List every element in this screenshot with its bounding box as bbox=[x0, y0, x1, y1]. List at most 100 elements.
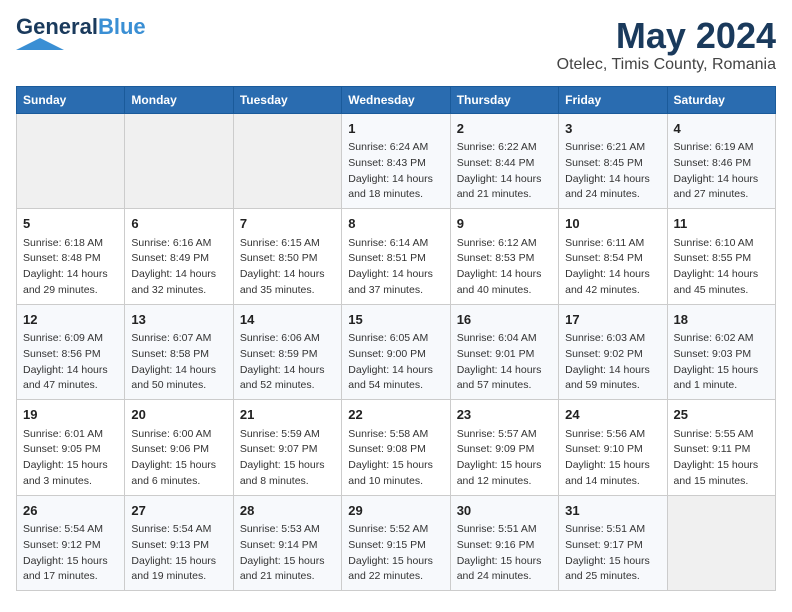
day-info: Sunrise: 6:22 AM Sunset: 8:44 PM Dayligh… bbox=[457, 140, 552, 203]
calendar-cell: 17Sunrise: 6:03 AM Sunset: 9:02 PM Dayli… bbox=[559, 304, 667, 400]
calendar-week-5: 26Sunrise: 5:54 AM Sunset: 9:12 PM Dayli… bbox=[17, 495, 776, 591]
day-info: Sunrise: 5:52 AM Sunset: 9:15 PM Dayligh… bbox=[348, 522, 443, 585]
calendar-week-1: 1Sunrise: 6:24 AM Sunset: 8:43 PM Daylig… bbox=[17, 113, 776, 209]
day-number: 19 bbox=[23, 405, 118, 425]
day-info: Sunrise: 5:58 AM Sunset: 9:08 PM Dayligh… bbox=[348, 427, 443, 490]
calendar-cell: 30Sunrise: 5:51 AM Sunset: 9:16 PM Dayli… bbox=[450, 495, 558, 591]
calendar-week-3: 12Sunrise: 6:09 AM Sunset: 8:56 PM Dayli… bbox=[17, 304, 776, 400]
calendar-cell: 6Sunrise: 6:16 AM Sunset: 8:49 PM Daylig… bbox=[125, 209, 233, 305]
day-number: 27 bbox=[131, 501, 226, 521]
calendar-cell: 28Sunrise: 5:53 AM Sunset: 9:14 PM Dayli… bbox=[233, 495, 341, 591]
calendar-cell: 2Sunrise: 6:22 AM Sunset: 8:44 PM Daylig… bbox=[450, 113, 558, 209]
header-sunday: Sunday bbox=[17, 86, 125, 113]
day-info: Sunrise: 6:07 AM Sunset: 8:58 PM Dayligh… bbox=[131, 331, 226, 394]
day-number: 3 bbox=[565, 119, 660, 139]
header-thursday: Thursday bbox=[450, 86, 558, 113]
title-block: May 2024 Otelec, Timis County, Romania bbox=[557, 16, 776, 74]
day-info: Sunrise: 5:54 AM Sunset: 9:13 PM Dayligh… bbox=[131, 522, 226, 585]
calendar-cell: 19Sunrise: 6:01 AM Sunset: 9:05 PM Dayli… bbox=[17, 400, 125, 496]
day-number: 5 bbox=[23, 214, 118, 234]
day-number: 11 bbox=[674, 214, 769, 234]
calendar-header-row: SundayMondayTuesdayWednesdayThursdayFrid… bbox=[17, 86, 776, 113]
day-number: 25 bbox=[674, 405, 769, 425]
day-number: 13 bbox=[131, 310, 226, 330]
calendar-cell: 14Sunrise: 6:06 AM Sunset: 8:59 PM Dayli… bbox=[233, 304, 341, 400]
day-info: Sunrise: 6:16 AM Sunset: 8:49 PM Dayligh… bbox=[131, 236, 226, 299]
day-info: Sunrise: 5:54 AM Sunset: 9:12 PM Dayligh… bbox=[23, 522, 118, 585]
day-info: Sunrise: 6:12 AM Sunset: 8:53 PM Dayligh… bbox=[457, 236, 552, 299]
day-number: 6 bbox=[131, 214, 226, 234]
day-info: Sunrise: 6:18 AM Sunset: 8:48 PM Dayligh… bbox=[23, 236, 118, 299]
calendar-cell bbox=[17, 113, 125, 209]
header-friday: Friday bbox=[559, 86, 667, 113]
calendar-cell: 31Sunrise: 5:51 AM Sunset: 9:17 PM Dayli… bbox=[559, 495, 667, 591]
calendar-cell: 3Sunrise: 6:21 AM Sunset: 8:45 PM Daylig… bbox=[559, 113, 667, 209]
day-info: Sunrise: 5:53 AM Sunset: 9:14 PM Dayligh… bbox=[240, 522, 335, 585]
day-info: Sunrise: 6:11 AM Sunset: 8:54 PM Dayligh… bbox=[565, 236, 660, 299]
day-number: 24 bbox=[565, 405, 660, 425]
calendar-cell: 4Sunrise: 6:19 AM Sunset: 8:46 PM Daylig… bbox=[667, 113, 775, 209]
calendar-location: Otelec, Timis County, Romania bbox=[557, 56, 776, 74]
calendar-cell: 29Sunrise: 5:52 AM Sunset: 9:15 PM Dayli… bbox=[342, 495, 450, 591]
day-number: 20 bbox=[131, 405, 226, 425]
day-number: 14 bbox=[240, 310, 335, 330]
calendar-cell bbox=[233, 113, 341, 209]
day-info: Sunrise: 6:19 AM Sunset: 8:46 PM Dayligh… bbox=[674, 140, 769, 203]
day-number: 21 bbox=[240, 405, 335, 425]
calendar-cell: 23Sunrise: 5:57 AM Sunset: 9:09 PM Dayli… bbox=[450, 400, 558, 496]
header-tuesday: Tuesday bbox=[233, 86, 341, 113]
calendar-week-4: 19Sunrise: 6:01 AM Sunset: 9:05 PM Dayli… bbox=[17, 400, 776, 496]
day-info: Sunrise: 6:24 AM Sunset: 8:43 PM Dayligh… bbox=[348, 140, 443, 203]
day-info: Sunrise: 5:57 AM Sunset: 9:09 PM Dayligh… bbox=[457, 427, 552, 490]
day-info: Sunrise: 6:05 AM Sunset: 9:00 PM Dayligh… bbox=[348, 331, 443, 394]
day-number: 16 bbox=[457, 310, 552, 330]
header-wednesday: Wednesday bbox=[342, 86, 450, 113]
day-number: 7 bbox=[240, 214, 335, 234]
calendar-cell: 13Sunrise: 6:07 AM Sunset: 8:58 PM Dayli… bbox=[125, 304, 233, 400]
day-info: Sunrise: 6:01 AM Sunset: 9:05 PM Dayligh… bbox=[23, 427, 118, 490]
logo: GeneralBlue bbox=[16, 16, 146, 50]
calendar-cell: 21Sunrise: 5:59 AM Sunset: 9:07 PM Dayli… bbox=[233, 400, 341, 496]
calendar-cell: 27Sunrise: 5:54 AM Sunset: 9:13 PM Dayli… bbox=[125, 495, 233, 591]
calendar-table: SundayMondayTuesdayWednesdayThursdayFrid… bbox=[16, 86, 776, 592]
calendar-cell: 10Sunrise: 6:11 AM Sunset: 8:54 PM Dayli… bbox=[559, 209, 667, 305]
day-number: 2 bbox=[457, 119, 552, 139]
calendar-cell: 26Sunrise: 5:54 AM Sunset: 9:12 PM Dayli… bbox=[17, 495, 125, 591]
day-number: 10 bbox=[565, 214, 660, 234]
logo-text: GeneralBlue bbox=[16, 16, 146, 38]
day-number: 12 bbox=[23, 310, 118, 330]
calendar-cell bbox=[125, 113, 233, 209]
calendar-cell: 12Sunrise: 6:09 AM Sunset: 8:56 PM Dayli… bbox=[17, 304, 125, 400]
day-number: 1 bbox=[348, 119, 443, 139]
calendar-week-2: 5Sunrise: 6:18 AM Sunset: 8:48 PM Daylig… bbox=[17, 209, 776, 305]
day-number: 8 bbox=[348, 214, 443, 234]
header-monday: Monday bbox=[125, 86, 233, 113]
calendar-cell: 7Sunrise: 6:15 AM Sunset: 8:50 PM Daylig… bbox=[233, 209, 341, 305]
day-info: Sunrise: 6:14 AM Sunset: 8:51 PM Dayligh… bbox=[348, 236, 443, 299]
calendar-cell: 9Sunrise: 6:12 AM Sunset: 8:53 PM Daylig… bbox=[450, 209, 558, 305]
day-number: 26 bbox=[23, 501, 118, 521]
calendar-cell: 11Sunrise: 6:10 AM Sunset: 8:55 PM Dayli… bbox=[667, 209, 775, 305]
day-info: Sunrise: 5:51 AM Sunset: 9:17 PM Dayligh… bbox=[565, 522, 660, 585]
day-info: Sunrise: 6:03 AM Sunset: 9:02 PM Dayligh… bbox=[565, 331, 660, 394]
calendar-cell bbox=[667, 495, 775, 591]
day-number: 9 bbox=[457, 214, 552, 234]
calendar-cell: 18Sunrise: 6:02 AM Sunset: 9:03 PM Dayli… bbox=[667, 304, 775, 400]
calendar-cell: 5Sunrise: 6:18 AM Sunset: 8:48 PM Daylig… bbox=[17, 209, 125, 305]
calendar-cell: 8Sunrise: 6:14 AM Sunset: 8:51 PM Daylig… bbox=[342, 209, 450, 305]
header-saturday: Saturday bbox=[667, 86, 775, 113]
page-header: GeneralBlue May 2024 Otelec, Timis Count… bbox=[16, 16, 776, 74]
day-info: Sunrise: 5:55 AM Sunset: 9:11 PM Dayligh… bbox=[674, 427, 769, 490]
day-number: 18 bbox=[674, 310, 769, 330]
day-info: Sunrise: 5:56 AM Sunset: 9:10 PM Dayligh… bbox=[565, 427, 660, 490]
day-info: Sunrise: 6:00 AM Sunset: 9:06 PM Dayligh… bbox=[131, 427, 226, 490]
calendar-cell: 20Sunrise: 6:00 AM Sunset: 9:06 PM Dayli… bbox=[125, 400, 233, 496]
calendar-cell: 15Sunrise: 6:05 AM Sunset: 9:00 PM Dayli… bbox=[342, 304, 450, 400]
day-info: Sunrise: 5:51 AM Sunset: 9:16 PM Dayligh… bbox=[457, 522, 552, 585]
day-info: Sunrise: 6:21 AM Sunset: 8:45 PM Dayligh… bbox=[565, 140, 660, 203]
calendar-cell: 16Sunrise: 6:04 AM Sunset: 9:01 PM Dayli… bbox=[450, 304, 558, 400]
day-number: 15 bbox=[348, 310, 443, 330]
day-number: 22 bbox=[348, 405, 443, 425]
day-number: 23 bbox=[457, 405, 552, 425]
calendar-cell: 25Sunrise: 5:55 AM Sunset: 9:11 PM Dayli… bbox=[667, 400, 775, 496]
